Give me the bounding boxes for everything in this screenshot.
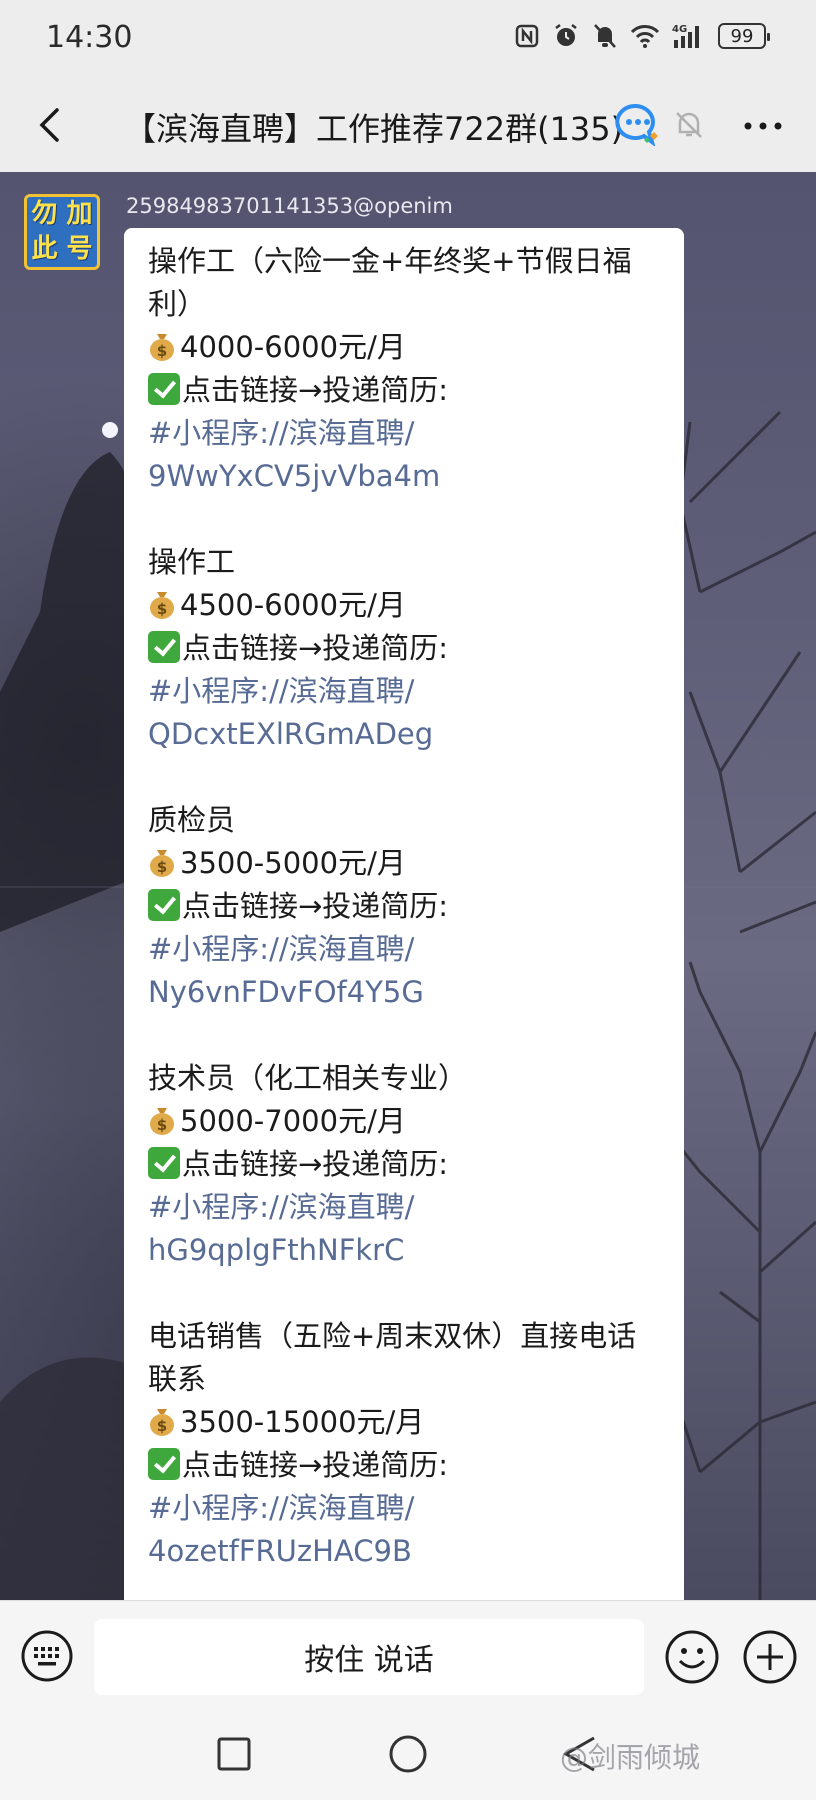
job-apply-line: 点击链接→投递简历: (148, 1444, 660, 1487)
svg-text:$: $ (157, 1417, 167, 1435)
hold-to-talk-button[interactable]: 按住 说话 (94, 1619, 644, 1695)
job-title: 操作工 (148, 545, 236, 579)
job-link-prefix[interactable]: #小程序://滨海直聘/ (148, 670, 660, 713)
signal-4g-icon: 4G (672, 24, 699, 48)
wifi-icon (630, 25, 660, 48)
more-button[interactable] (736, 106, 790, 146)
job-apply: 点击链接→投递简历: (182, 631, 449, 665)
mute-bell-icon (594, 24, 616, 48)
money-bag-icon: $ (150, 334, 174, 361)
job-apply-line: 点击链接→投递简历: (148, 369, 660, 412)
job-link-code[interactable]: hG9qplgFthNFkrC (148, 1229, 660, 1272)
check-mark-icon (148, 889, 180, 921)
job-link-code[interactable]: QDcxtEXlRGmADeg (148, 713, 660, 756)
watermark: @剑雨倾城 (560, 1741, 701, 1774)
alarm-icon (555, 24, 577, 46)
back-button[interactable] (24, 100, 74, 150)
job-apply-line: 点击链接→投递简历: (148, 627, 660, 670)
job-post: 操作工（六险一金+年终奖+节假日福利） $4000-6000元/月 点击链接→投… (148, 240, 660, 498)
check-mark-icon (148, 373, 180, 405)
chat-area[interactable]: 勿 加 此 号 2598498370114135​3@openim 操作工（六险… (0, 172, 816, 1600)
job-salary-line: $4000-6000元/月 (148, 326, 660, 369)
keyboard-icon[interactable] (20, 1629, 74, 1683)
job-salary: 4000-6000元/月 (180, 330, 406, 364)
svg-text:$: $ (157, 342, 167, 360)
message-bubble[interactable]: 操作工（六险一金+年终奖+节假日福利） $4000-6000元/月 点击链接→投… (124, 228, 684, 1600)
plus-icon[interactable] (742, 1629, 798, 1685)
job-post: 质检员 $3500-5000元/月 点击链接→投递简历: #小程序://滨海直聘… (148, 799, 660, 1014)
recent-apps-icon[interactable] (216, 1736, 252, 1772)
job-title: 技术员（化工相关专业） (148, 1061, 468, 1095)
job-title: 质检员 (148, 803, 236, 837)
status-bar: 14:30 4G 99 (0, 0, 816, 80)
job-salary-line: $3500-5000元/月 (148, 842, 660, 885)
job-link-prefix[interactable]: #小程序://滨海直聘/ (148, 412, 660, 455)
chat-title: 【滨海直聘】工作推荐722群(135) (124, 110, 624, 148)
avatar-char: 加 (66, 199, 93, 229)
battery-icon: 99 (718, 23, 770, 49)
status-icons: 4G 99 (514, 22, 770, 50)
back-icon (39, 108, 59, 142)
money-bag-icon: $ (150, 850, 174, 877)
chat-header: 【滨海直聘】工作推荐722群(135) (0, 80, 816, 172)
job-link-code[interactable]: Ny6vnFDvFOf4Y5G (148, 971, 660, 1014)
job-salary: 3500-5000元/月 (180, 846, 406, 880)
svg-text:$: $ (157, 1116, 167, 1134)
job-post: 电话销售（五险+周末双休）直接电话联系 $3500-15000元/月 点击链接→… (148, 1315, 660, 1573)
job-apply-line: 点击链接→投递简历: (148, 1143, 660, 1186)
job-link-prefix[interactable]: #小程序://滨海直聘/ (148, 1487, 660, 1530)
job-title: 电话销售（五险+周末双休）直接电话联系 (148, 1319, 637, 1396)
check-mark-icon (148, 1448, 180, 1480)
job-link-prefix[interactable]: #小程序://滨海直聘/ (148, 928, 660, 971)
avatar-char: 号 (66, 234, 93, 264)
job-apply: 点击链接→投递简历: (182, 1147, 449, 1181)
svg-text:$: $ (157, 600, 167, 618)
job-link-prefix[interactable]: #小程序://滨海直聘/ (148, 1186, 660, 1229)
more-icon (744, 122, 782, 130)
job-post: 操作工 $4500-6000元/月 点击链接→投递简历: #小程序://滨海直聘… (148, 541, 660, 756)
status-time: 14:30 (46, 20, 133, 55)
system-nav-bar: @剑雨倾城 (0, 1712, 816, 1800)
check-mark-icon (148, 631, 180, 663)
nfc-icon (515, 24, 539, 48)
job-link-code[interactable]: 4ozetfFRUzHAC9B (148, 1530, 660, 1573)
chat-bot-icon[interactable] (614, 102, 662, 146)
check-mark-icon (148, 1147, 180, 1179)
money-bag-icon: $ (150, 1409, 174, 1436)
job-post: 技术员（化工相关专业） $5000-7000元/月 点击链接→投递简历: #小程… (148, 1057, 660, 1272)
emoji-icon[interactable] (664, 1629, 720, 1685)
avatar-char: 此 (31, 234, 58, 264)
job-salary-line: $4500-6000元/月 (148, 584, 660, 627)
svg-text:4G: 4G (672, 24, 687, 35)
job-apply: 点击链接→投递简历: (182, 889, 449, 923)
job-link-code[interactable]: 9WwYxCV5jvVba4m (148, 455, 660, 498)
money-bag-icon: $ (150, 1108, 174, 1135)
job-apply: 点击链接→投递简历: (182, 373, 449, 407)
job-salary: 4500-6000元/月 (180, 588, 406, 622)
job-salary: 5000-7000元/月 (180, 1104, 406, 1138)
mute-icon (676, 112, 702, 138)
job-salary-line: $3500-15000元/月 (148, 1401, 660, 1444)
job-apply-line: 点击链接→投递简历: (148, 885, 660, 928)
avatar-char: 勿 (31, 199, 58, 229)
home-icon[interactable] (388, 1734, 428, 1774)
avatar[interactable]: 勿 加 此 号 (24, 194, 100, 270)
sender-name: 2598498370114135​3@openim (126, 194, 453, 218)
input-bar: 按住 说话 (0, 1600, 816, 1712)
money-bag-icon: $ (150, 592, 174, 619)
job-title: 操作工（六险一金+年终奖+节假日福利） (148, 244, 632, 321)
job-apply: 点击链接→投递简历: (182, 1448, 449, 1482)
job-salary: 3500-15000元/月 (180, 1405, 425, 1439)
svg-text:$: $ (157, 858, 167, 876)
job-salary-line: $5000-7000元/月 (148, 1100, 660, 1143)
